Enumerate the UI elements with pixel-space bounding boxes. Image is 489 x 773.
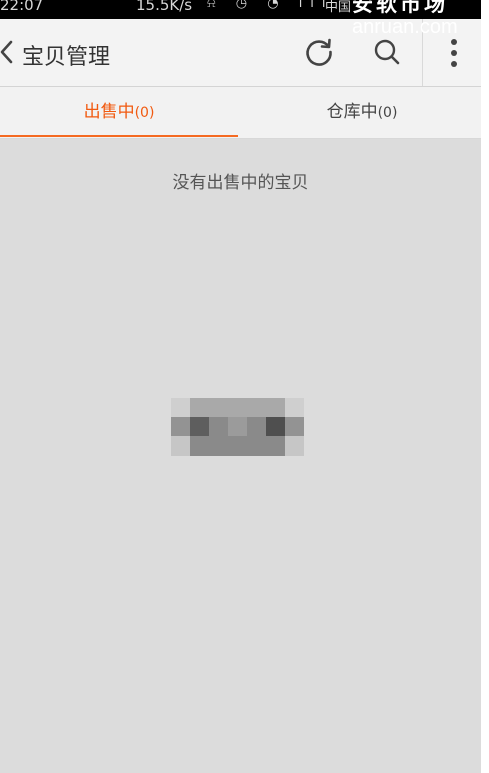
empty-state-image (171, 398, 304, 456)
tab-on-sale-count: (0) (134, 105, 155, 121)
status-time: 22:07 (0, 0, 44, 14)
screen-edge (481, 0, 489, 773)
watermark: 安软市场 anruan.com (352, 0, 458, 37)
search-icon[interactable] (372, 37, 402, 67)
refresh-icon[interactable] (303, 36, 335, 68)
active-tab-indicator (0, 135, 238, 137)
watermark-cn: 安软市场 (352, 0, 448, 16)
status-carrier: 中国 (325, 0, 352, 15)
page-title: 宝贝管理 (22, 45, 111, 70)
back-icon[interactable] (0, 40, 18, 64)
empty-state-message: 没有出售中的宝贝 (172, 173, 309, 193)
tab-bar: 出售中(0) 仓库中(0) (0, 87, 481, 139)
tab-in-warehouse-count: (0) (377, 105, 398, 121)
status-network-speed: 15.5K/s (136, 0, 193, 14)
status-icons: ⍾ ◷ ◔ ıll (207, 0, 334, 11)
tab-on-sale-label: 出售中 (83, 102, 135, 122)
tab-in-warehouse[interactable]: 仓库中(0) (243, 87, 481, 138)
tab-in-warehouse-label: 仓库中 (326, 102, 378, 122)
watermark-en: anruan.com (352, 16, 458, 38)
tab-on-sale[interactable]: 出售中(0) (0, 87, 238, 138)
more-icon[interactable] (444, 37, 464, 69)
